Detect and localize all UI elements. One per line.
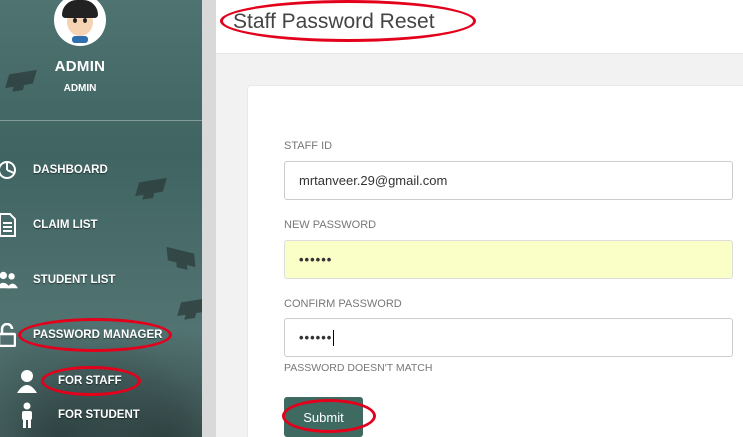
confirm-password-field[interactable]: ••••••: [284, 318, 733, 357]
sidebar-item-dashboard[interactable]: DASHBOARD: [0, 153, 202, 187]
sidebar-item-label: PASSWORD MANAGER: [33, 329, 163, 341]
student-icon: [16, 402, 38, 428]
new-password-field[interactable]: ••••••: [284, 240, 733, 279]
avatar: [54, 0, 106, 46]
dashboard-pie-icon: [0, 157, 18, 183]
sidebar-border: [202, 0, 216, 437]
sidebar-item-for-staff[interactable]: FOR STAFF: [0, 364, 202, 398]
new-password-mask: ••••••: [299, 252, 333, 267]
staff-id-value: mrtanveer.29@gmail.com: [299, 173, 448, 188]
sidebar-divider: [0, 120, 202, 121]
unlock-icon: [0, 322, 18, 348]
submit-button[interactable]: Submit: [284, 397, 363, 437]
sidebar-item-password-manager[interactable]: PASSWORD MANAGER: [0, 318, 202, 352]
sidebar-item-for-student[interactable]: FOR STUDENT: [0, 398, 202, 432]
page-title: Staff Password Reset: [233, 10, 435, 33]
sidebar-item-claim-list[interactable]: CLAIM LIST: [0, 208, 202, 242]
sidebar-item-student-list[interactable]: STUDENT LIST: [0, 263, 202, 297]
user-role: ADMIN: [63, 83, 97, 94]
document-list-icon: [0, 212, 18, 238]
confirm-password-mask: ••••••: [299, 330, 333, 345]
staff-id-label: STAFF ID: [284, 140, 333, 152]
graduation-cap-decoration: [177, 297, 202, 317]
users-icon: [0, 267, 18, 293]
password-mismatch-error: PASSWORD DOESN'T MATCH: [284, 362, 433, 374]
confirm-password-label: CONFIRM PASSWORD: [284, 298, 402, 310]
new-password-label: NEW PASSWORD: [284, 219, 377, 231]
sidebar-item-label: DASHBOARD: [33, 164, 108, 176]
user-icon: [16, 368, 38, 394]
sidebar-item-label: CLAIM LIST: [33, 219, 98, 231]
user-name: ADMIN: [54, 58, 106, 75]
sidebar: ADMIN ADMIN DASHBOARD CLAIM LIST STUDENT…: [0, 0, 202, 437]
text-cursor: [333, 329, 335, 346]
sidebar-item-label: STUDENT LIST: [33, 274, 116, 286]
sidebar-item-label: FOR STAFF: [58, 375, 122, 387]
staff-id-field[interactable]: mrtanveer.29@gmail.com: [284, 161, 733, 200]
page-header: Staff Password Reset: [216, 0, 743, 54]
sidebar-item-label: FOR STUDENT: [58, 409, 140, 421]
